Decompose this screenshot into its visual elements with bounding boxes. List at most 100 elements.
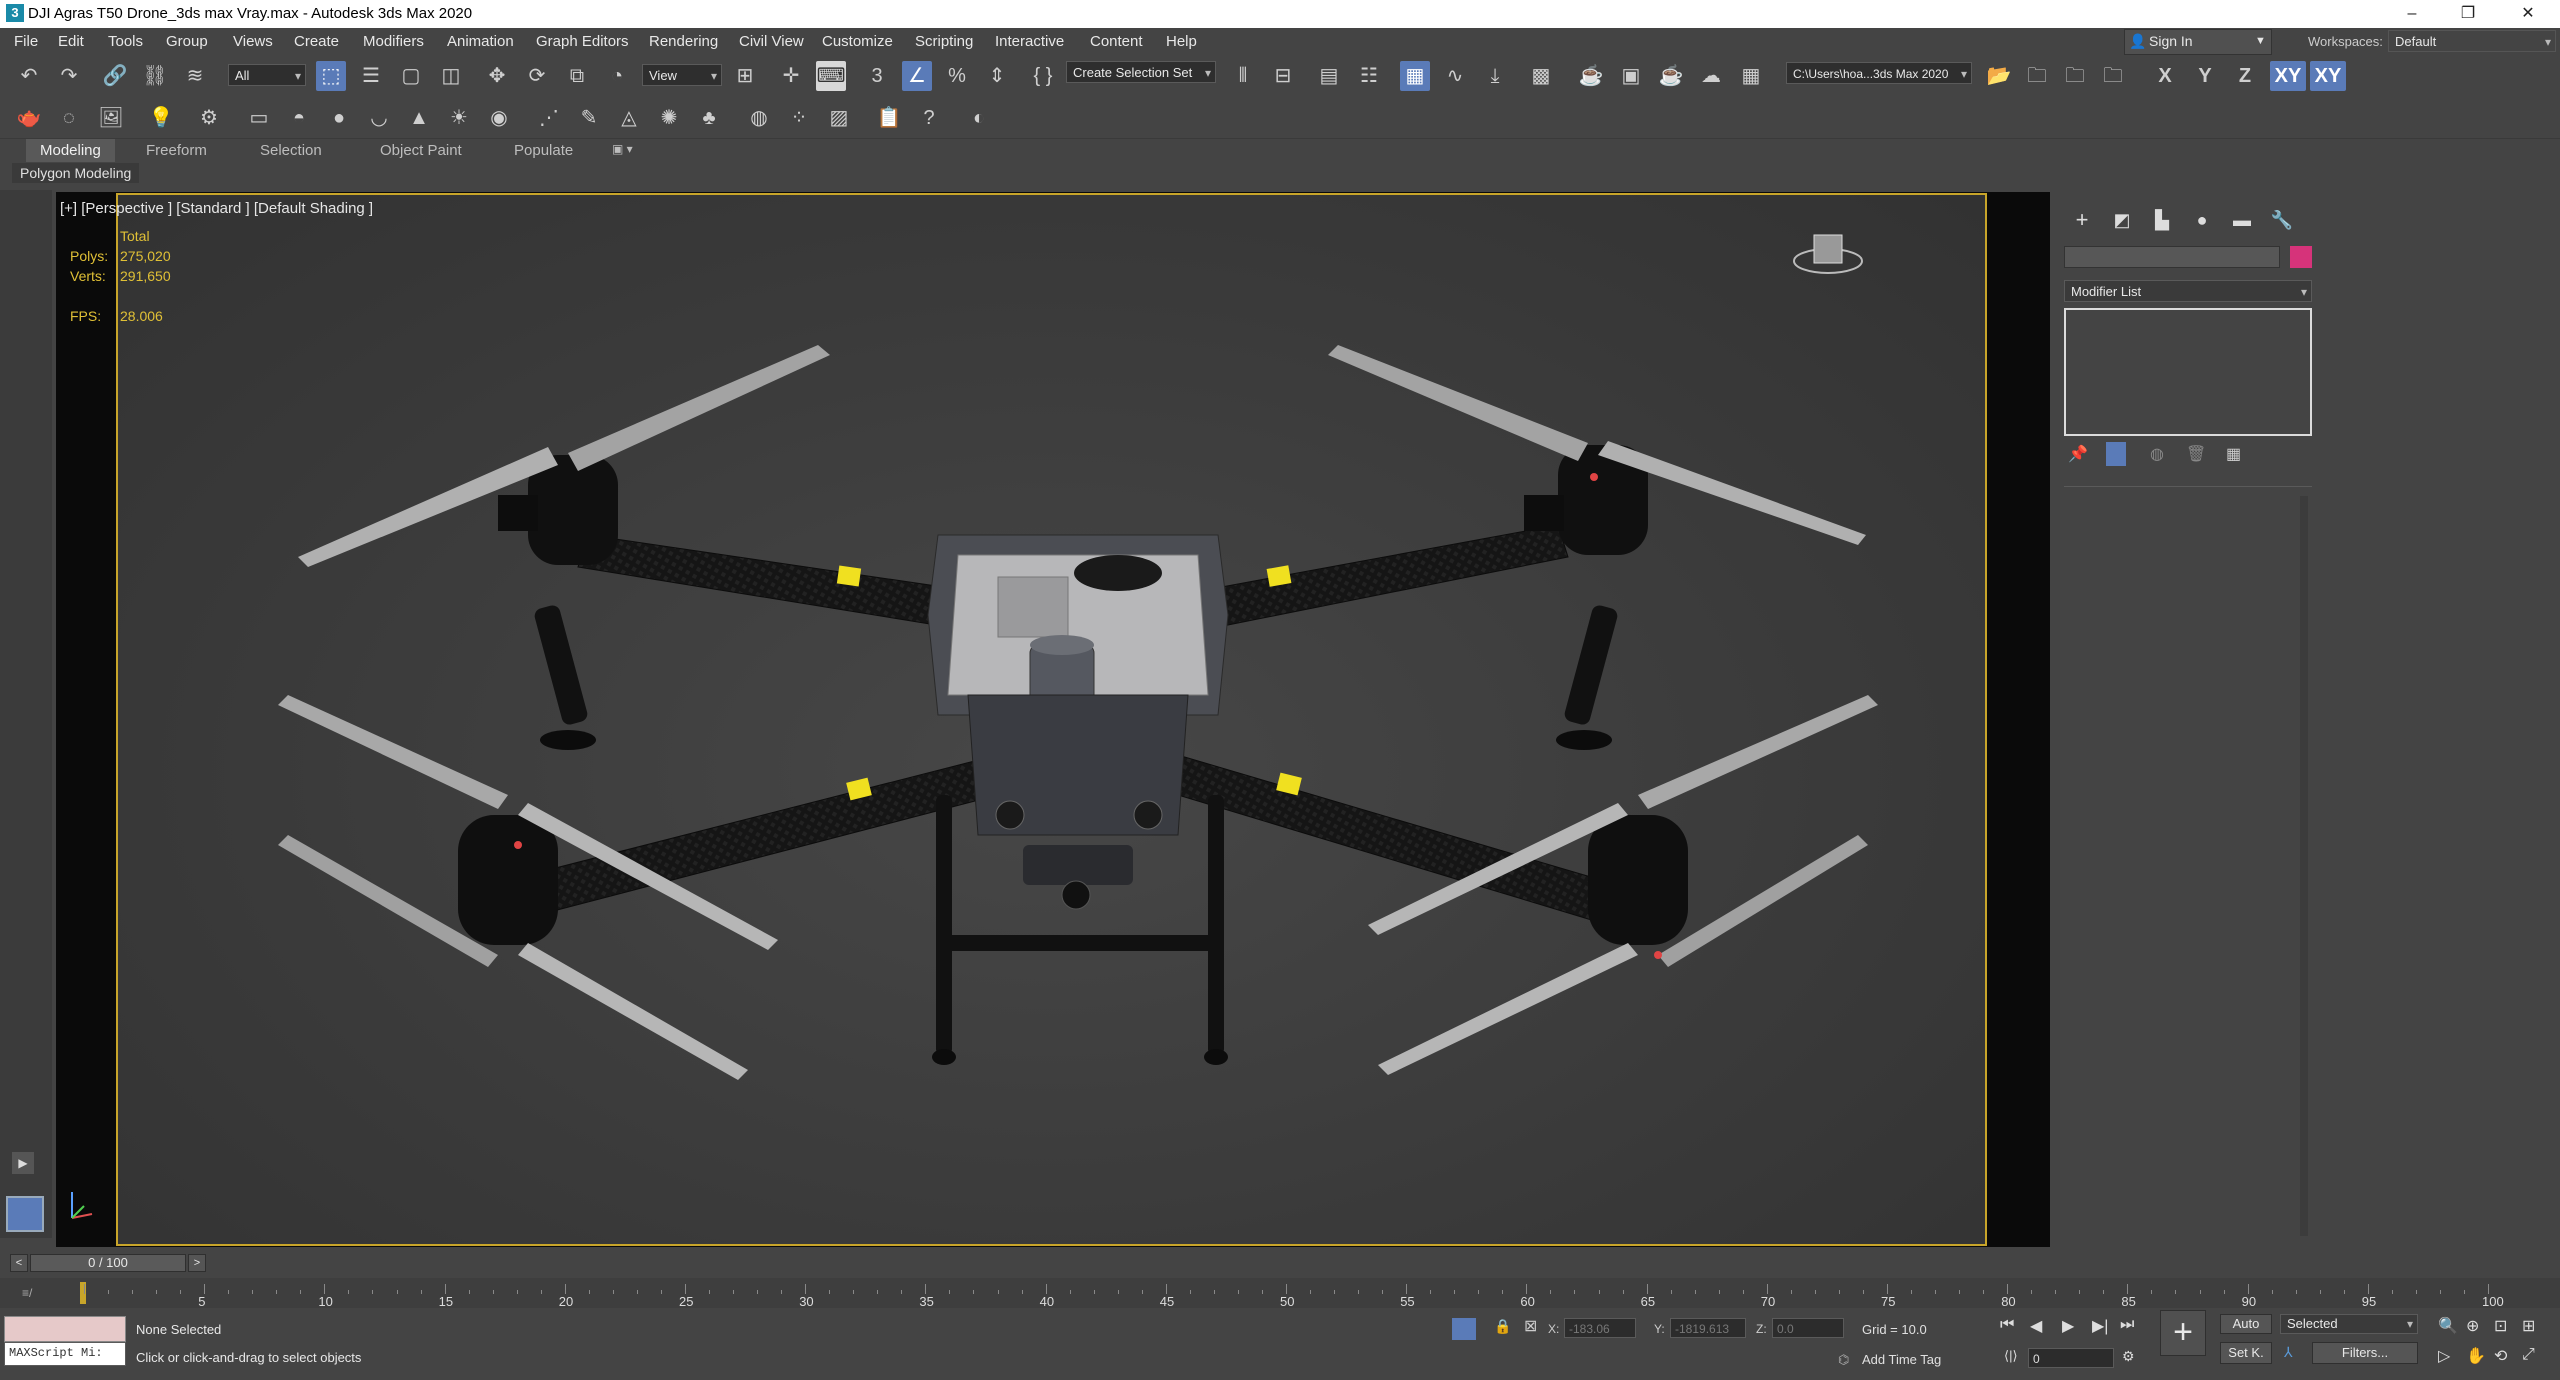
add-time-tag[interactable]: Add Time Tag	[1862, 1352, 1941, 1367]
time-slider[interactable]: 0 / 100	[30, 1254, 186, 1272]
sign-in-dropdown[interactable]: 👤 Sign In ▼	[2124, 29, 2272, 55]
utilities-tab-icon[interactable]: 🔧	[2268, 206, 2296, 234]
tab-object-paint[interactable]: Object Paint	[380, 142, 462, 159]
key-mode-icon[interactable]: ⟨|⟩	[2004, 1348, 2018, 1364]
circle-light-icon[interactable]: ◉	[484, 103, 514, 133]
bind-space-warp-icon[interactable]: ≋	[180, 61, 210, 91]
menu-help[interactable]: Help	[1166, 33, 1197, 50]
render-region-icon[interactable]: ▨	[824, 103, 854, 133]
window-crossing-icon[interactable]: ◫	[436, 61, 466, 91]
minimize-button[interactable]: –	[2384, 0, 2440, 28]
selection-set-dropdown[interactable]: Create Selection Set	[1066, 61, 1216, 84]
configure-sets-icon[interactable]: ▦	[2226, 444, 2241, 464]
modifier-stack[interactable]	[2064, 308, 2312, 436]
key-mode-toggle-icon[interactable]: ⅄	[2284, 1344, 2293, 1361]
key-filters-button[interactable]: Filters...	[2312, 1342, 2418, 1364]
auto-key-button[interactable]: Auto	[2220, 1314, 2272, 1334]
menu-file[interactable]: File	[14, 33, 38, 50]
light-icon[interactable]: 💡	[146, 103, 176, 133]
percent-snap-icon[interactable]: %	[942, 61, 972, 91]
rectangular-selection-icon[interactable]: ▢	[396, 61, 426, 91]
remove-modifier-icon[interactable]: 🗑	[2186, 444, 2206, 464]
plane-icon[interactable]: ▭	[244, 103, 274, 133]
edit-named-sets-icon[interactable]: { }	[1028, 61, 1058, 91]
menu-interactive[interactable]: Interactive	[995, 33, 1064, 50]
undo-icon[interactable]: ↶	[14, 61, 44, 91]
help-icon[interactable]: ?	[914, 103, 944, 133]
move-icon[interactable]: ✥	[482, 61, 512, 91]
make-unique-icon[interactable]: ◍	[2150, 444, 2164, 464]
z-coordinate-field[interactable]: 0.0	[1772, 1318, 1844, 1338]
zoom-extents-all-icon[interactable]: ⊞	[2522, 1316, 2535, 1336]
time-cursor[interactable]	[80, 1282, 86, 1304]
axis-z-button[interactable]: Z	[2230, 61, 2260, 91]
set-key-big-icon[interactable]: +	[2160, 1310, 2206, 1356]
isolate-selection-icon[interactable]	[1452, 1318, 1476, 1340]
close-button[interactable]: ✕	[2500, 0, 2556, 28]
key-filter-dropdown[interactable]: Selected	[2280, 1314, 2418, 1334]
sun-icon[interactable]: ☀	[444, 103, 474, 133]
menu-animation[interactable]: Animation	[447, 33, 514, 50]
create-tab-icon[interactable]: +	[2068, 206, 2096, 234]
time-config-icon[interactable]: ⚙	[2122, 1348, 2135, 1365]
axis-y-button[interactable]: Y	[2190, 61, 2220, 91]
link-icon[interactable]: 🔗	[100, 61, 130, 91]
snaps-toggle-icon[interactable]: 3	[862, 61, 892, 91]
next-key-icon[interactable]: ▶|	[2092, 1316, 2108, 1336]
project-folder-dropdown[interactable]: C:\Users\hoa...3ds Max 2020	[1786, 62, 1972, 85]
sphere-icon[interactable]: ●	[324, 103, 354, 133]
dome-icon[interactable]: ◓	[284, 103, 314, 133]
motion-tab-icon[interactable]: ●	[2188, 206, 2216, 234]
selection-filter-dropdown[interactable]: All	[228, 64, 306, 87]
modifier-list-dropdown[interactable]: Modifier List	[2064, 280, 2312, 303]
show-end-result-icon[interactable]	[2106, 442, 2126, 466]
absolute-mode-icon[interactable]: ⊠	[1524, 1316, 1537, 1336]
scene-explorer-icon[interactable]: ▤	[1314, 61, 1344, 91]
tab-freeform[interactable]: Freeform	[146, 142, 207, 159]
display-tab-icon[interactable]: ▬	[2228, 206, 2256, 234]
viewport-layout-icon[interactable]	[6, 1196, 44, 1232]
tab-populate[interactable]: Populate	[514, 142, 573, 159]
expand-arrow-icon[interactable]: ▶	[12, 1152, 34, 1174]
menu-graph-editors[interactable]: Graph Editors	[536, 33, 629, 50]
render-setup-icon[interactable]: ☕	[1576, 61, 1606, 91]
settings-icon[interactable]: ⚙	[194, 103, 224, 133]
layer-explorer-icon[interactable]: ☷	[1354, 61, 1384, 91]
x-coordinate-field[interactable]: -183.06	[1564, 1318, 1636, 1338]
select-by-name-icon[interactable]: ☰	[356, 61, 386, 91]
clipboard-icon[interactable]: 📋	[874, 103, 904, 133]
schematic-view-icon[interactable]: ⤓	[1480, 61, 1510, 91]
folder-icon[interactable]: 🗀	[2098, 61, 2128, 91]
camera-icon[interactable]: ◬	[614, 103, 644, 133]
menu-scripting[interactable]: Scripting	[915, 33, 973, 50]
menu-views[interactable]: Views	[233, 33, 273, 50]
open-file-icon[interactable]: 📂	[1984, 61, 2014, 91]
viewport-label[interactable]: [+] [Perspective ] [Standard ] [Default …	[60, 200, 373, 217]
maxscript-listener-input[interactable]	[4, 1316, 126, 1342]
folder-icon[interactable]: 🗀	[2060, 61, 2090, 91]
go-to-start-icon[interactable]: ⏮	[2000, 1316, 2014, 1334]
axis-x-button[interactable]: X	[2150, 61, 2180, 91]
object-color-swatch[interactable]	[2290, 246, 2312, 268]
select-object-icon[interactable]: ⬚	[316, 61, 346, 91]
pan-icon[interactable]: ✋	[2466, 1346, 2486, 1366]
maxscript-mini-listener[interactable]: MAXScript Mi:	[4, 1342, 126, 1366]
curve-editor-mini-icon[interactable]: ≡/	[22, 1286, 32, 1300]
selection-lock-icon[interactable]: 🔒	[1494, 1318, 1511, 1335]
prev-frame-icon[interactable]: <	[10, 1254, 28, 1272]
previous-key-icon[interactable]: ◀	[2030, 1316, 2042, 1336]
set-key-button[interactable]: Set K.	[2220, 1342, 2272, 1364]
menu-modifiers[interactable]: Modifiers	[363, 33, 424, 50]
angle-snap-icon[interactable]: ∠	[902, 61, 932, 91]
rendered-frame-window-icon[interactable]: ▣	[1616, 61, 1646, 91]
palette-icon[interactable]: ⁘	[784, 103, 814, 133]
menu-edit[interactable]: Edit	[58, 33, 84, 50]
menu-rendering[interactable]: Rendering	[649, 33, 718, 50]
pivot-center-icon[interactable]: ⊞	[730, 61, 760, 91]
polygon-modeling-panel[interactable]: Polygon Modeling	[12, 163, 140, 183]
cone-icon[interactable]: ▲	[404, 103, 434, 133]
render-production-icon[interactable]: ☕	[1656, 61, 1686, 91]
y-coordinate-field[interactable]: -1819.613	[1670, 1318, 1746, 1338]
globe-icon[interactable]: ◍	[744, 103, 774, 133]
plant-icon[interactable]: ♣	[694, 103, 724, 133]
